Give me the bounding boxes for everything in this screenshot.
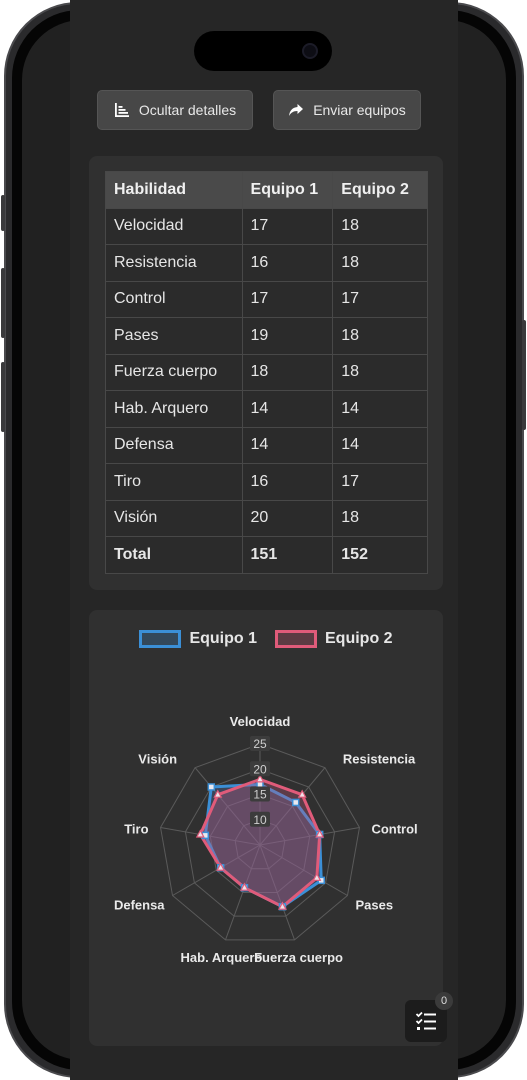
tick-label: 15	[253, 788, 267, 802]
team-1-value: 18	[241, 353, 334, 391]
header-skill: Habilidad	[105, 171, 243, 209]
send-teams-label: Enviar equipos	[313, 102, 406, 118]
team-2-value: 17	[332, 463, 428, 501]
hide-details-button[interactable]: Ocultar detalles	[97, 90, 253, 130]
team-1-total: 151	[241, 536, 334, 574]
team-1-value: 14	[241, 390, 334, 428]
team-2-value: 14	[332, 426, 428, 464]
total-label: Total	[105, 536, 243, 574]
team-1-value: 19	[241, 317, 334, 355]
table-header-row: Habilidad Equipo 1 Equipo 2	[105, 171, 428, 209]
tick-label: 25	[253, 737, 267, 751]
tick-label: 20	[253, 762, 267, 776]
skill-name: Hab. Arquero	[105, 390, 243, 428]
checklist-count-badge: 0	[435, 992, 453, 1010]
table-row: Pases 19 18	[105, 317, 428, 355]
table-total-row: Total 151 152	[105, 536, 428, 574]
team-2-value: 18	[332, 207, 428, 245]
skill-name: Control	[105, 280, 243, 318]
table-row: Resistencia 16 18	[105, 244, 428, 282]
team-2-value: 18	[332, 317, 428, 355]
team-2-value: 17	[332, 280, 428, 318]
axis-label: Pases	[355, 898, 393, 913]
axis-label: Tiro	[124, 821, 148, 836]
table-row: Tiro 16 17	[105, 463, 428, 501]
skill-name: Velocidad	[105, 207, 243, 245]
team-1-value: 17	[241, 207, 334, 245]
team-2-value: 18	[332, 353, 428, 391]
team-1-value: 16	[241, 244, 334, 282]
table-row: Fuerza cuerpo 18 18	[105, 353, 428, 391]
table-row: Visión 20 18	[105, 499, 428, 537]
skill-name: Resistencia	[105, 244, 243, 282]
power-button	[522, 320, 526, 430]
skills-table: Habilidad Equipo 1 Equipo 2 Velocidad 17…	[105, 171, 428, 574]
skill-name: Defensa	[105, 426, 243, 464]
bar-chart-icon	[114, 103, 129, 117]
data-point	[291, 798, 300, 807]
skills-table-card: Habilidad Equipo 1 Equipo 2 Velocidad 17…	[89, 156, 443, 590]
skill-name: Tiro	[105, 463, 243, 501]
volume-down-button	[1, 362, 5, 432]
skill-name: Pases	[105, 317, 243, 355]
header-team-1: Equipo 1	[241, 171, 334, 209]
team-2-value: 18	[332, 244, 428, 282]
table-row: Control 17 17	[105, 280, 428, 318]
team-2-value: 14	[332, 390, 428, 428]
radar-chart: 10 15 20 25 Velocidad Resistencia Control Pases…	[114, 714, 418, 965]
team-1-value: 16	[241, 463, 334, 501]
table-row: Velocidad 17 18	[105, 207, 428, 245]
share-arrow-icon	[289, 104, 304, 116]
team-1-value: 17	[241, 280, 334, 318]
table-row: Defensa 14 14	[105, 426, 428, 464]
axis-label: Velocidad	[230, 714, 291, 729]
send-teams-button[interactable]: Enviar equipos	[273, 90, 421, 130]
team-1-value: 20	[241, 499, 334, 537]
radar-chart-card: Equipo 1 Equipo 2 10 15 20 25 Velocidad Resis…	[89, 610, 443, 1046]
team-2-total: 152	[332, 536, 428, 574]
axis-label: Resistencia	[343, 752, 416, 767]
skill-name: Visión	[105, 499, 243, 537]
dynamic-island	[194, 31, 332, 71]
camera-icon	[302, 43, 318, 59]
axis-label: Defensa	[114, 898, 165, 913]
axis-label: Fuerza cuerpo	[254, 950, 343, 965]
team-1-value: 14	[241, 426, 334, 464]
data-point	[207, 783, 216, 791]
silent-switch	[1, 195, 5, 231]
axis-label: Control	[371, 821, 417, 836]
axis-label: Hab. Arquero	[181, 950, 263, 965]
table-row: Hab. Arquero 14 14	[105, 390, 428, 428]
header-team-2: Equipo 2	[332, 171, 428, 209]
axis-label: Visión	[138, 752, 177, 767]
team-2-value: 18	[332, 499, 428, 537]
skill-name: Fuerza cuerpo	[105, 353, 243, 391]
hide-details-label: Ocultar detalles	[138, 102, 237, 118]
checklist-icon	[415, 1011, 436, 1030]
tick-label: 10	[253, 813, 267, 827]
data-point	[255, 774, 265, 783]
volume-up-button	[1, 268, 5, 338]
